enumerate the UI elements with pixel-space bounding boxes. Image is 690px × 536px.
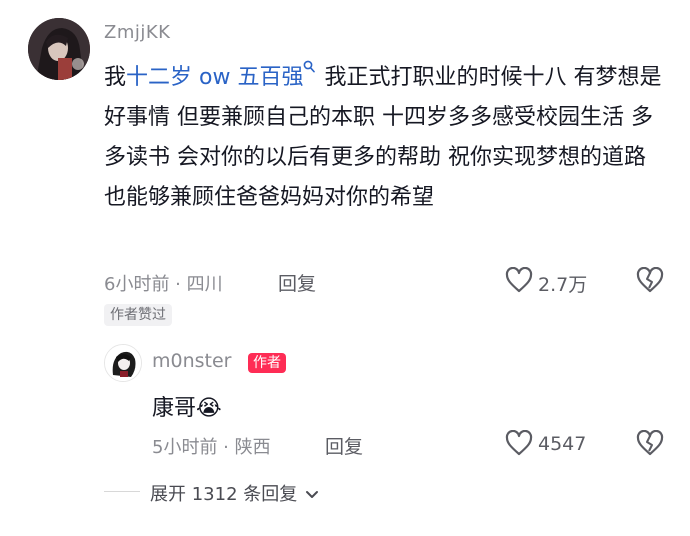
dislike-button[interactable] (636, 267, 664, 293)
expand-divider (104, 491, 140, 492)
author-tag: 作者 (248, 353, 286, 373)
highlight-text: 十二岁 ow 五百强 (126, 65, 304, 90)
reply-text: 康哥😭 (152, 396, 222, 421)
chevron-down-icon (305, 490, 319, 500)
comment-text: 我十二岁 ow 五百强 我正式打职业的时候十八 有梦想是好事情 但要兼顾自己的本… (104, 58, 664, 218)
commenter-name[interactable]: ZmjjKK (104, 22, 170, 43)
expand-replies-label: 展开 1312 条回复 (150, 484, 298, 505)
like-count: 2.7万 (538, 274, 588, 296)
author-liked-badge: 作者赞过 (104, 304, 172, 326)
broken-heart-icon (636, 267, 664, 293)
reply-author-name[interactable]: m0nster (152, 350, 232, 372)
reply-dislike-button[interactable] (636, 430, 664, 456)
expand-replies-button[interactable]: 展开 1312 条回复 (150, 480, 319, 506)
reply-like-count: 4547 (538, 433, 587, 455)
commenter-avatar[interactable] (28, 18, 90, 80)
comment-meta: 6小时前 · 四川 (104, 274, 223, 295)
heart-icon (505, 267, 533, 293)
reply-meta: 5小时前 · 陕西 (152, 437, 271, 458)
reply-avatar[interactable] (104, 344, 142, 382)
reply-button[interactable]: 回复 (278, 269, 316, 296)
reply-like-button[interactable] (505, 430, 533, 456)
search-icon (303, 58, 317, 76)
comment-text-start: 我 (104, 65, 127, 90)
broken-heart-icon (636, 430, 664, 456)
reply-reply-button[interactable]: 回复 (325, 432, 363, 459)
heart-icon (505, 430, 533, 456)
search-highlight-link[interactable]: 十二岁 ow 五百强 (126, 60, 317, 90)
